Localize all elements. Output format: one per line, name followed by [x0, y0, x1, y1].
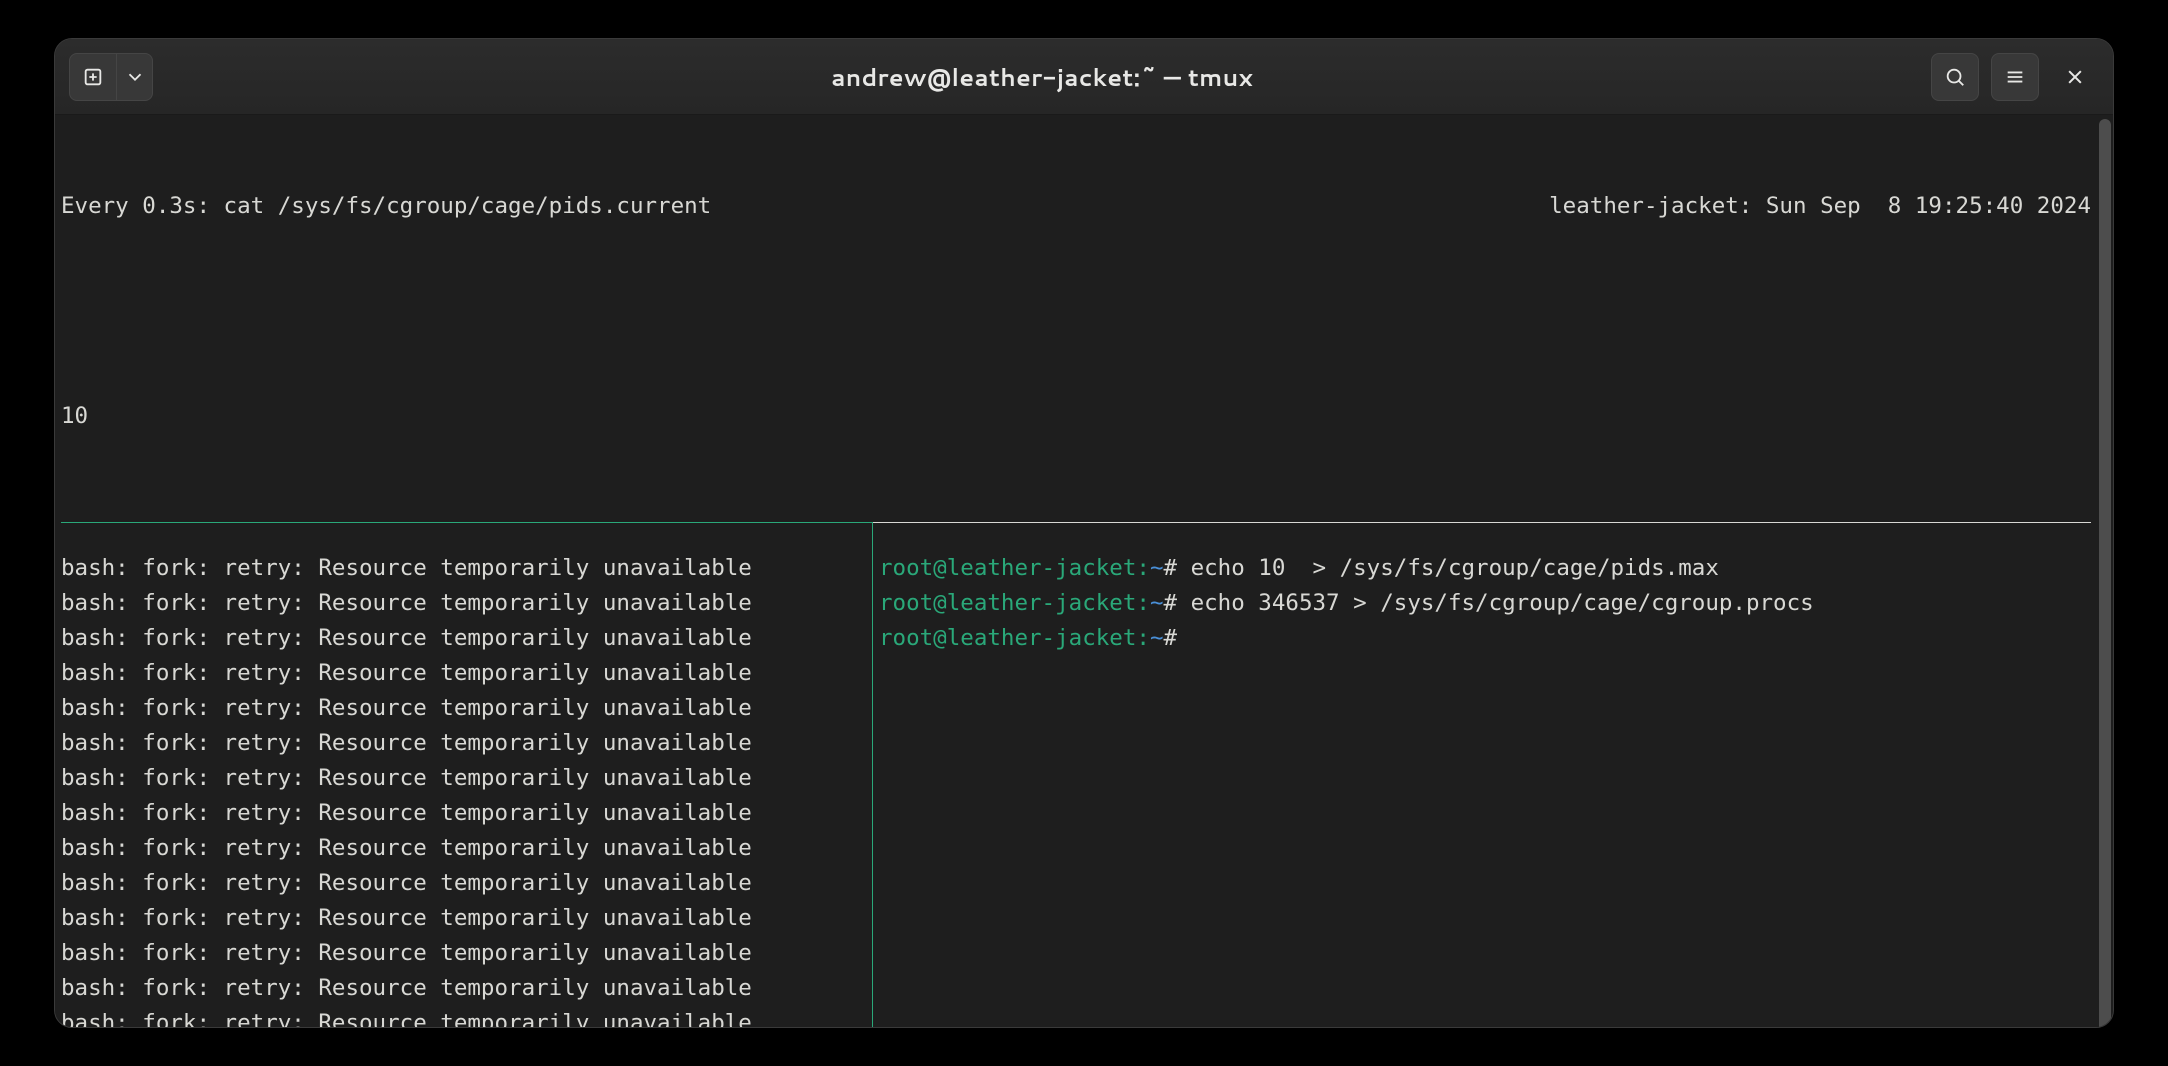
error-line: bash: fork: retry: Resource temporarily … [61, 551, 872, 586]
hamburger-menu-button[interactable] [1991, 53, 2039, 101]
error-line: bash: fork: retry: Resource temporarily … [61, 831, 872, 866]
prompt-symbol: # [1163, 555, 1190, 581]
plus-box-icon [82, 66, 104, 88]
scrollbar-thumb[interactable] [2099, 119, 2111, 1028]
shell-line: root@leather-jacket:~# echo 346537 > /sy… [879, 586, 2091, 621]
error-line: bash: fork: retry: Resource temporarily … [61, 936, 872, 971]
error-line: bash: fork: retry: Resource temporarily … [61, 656, 872, 691]
search-icon [1944, 66, 1966, 88]
shell-line: root@leather-jacket:~# echo 10 > /sys/fs… [879, 551, 2091, 586]
titlebar-right [1931, 53, 2099, 101]
shell-line: root@leather-jacket:~# [879, 621, 2091, 656]
watch-output: 10 [61, 399, 2091, 434]
new-tab-split [69, 53, 153, 101]
watch-host-time: leather-jacket: Sun Sep 8 19:25:40 2024 [1549, 189, 2091, 224]
prompt-user-host: root@leather-jacket [879, 625, 1136, 651]
prompt-symbol: # [1163, 625, 1190, 651]
error-line: bash: fork: retry: Resource temporarily … [61, 586, 872, 621]
prompt-path: ~ [1150, 555, 1164, 581]
chevron-down-icon [124, 66, 146, 88]
hamburger-icon [2004, 66, 2026, 88]
error-line: bash: fork: retry: Resource temporarily … [61, 796, 872, 831]
titlebar: andrew@leather-jacket:~ — tmux [55, 39, 2113, 115]
error-line: bash: fork: retry: Resource temporarily … [61, 761, 872, 796]
tmux-panes: bash: fork: retry: Resource temporarily … [55, 523, 2097, 1028]
watch-command: Every 0.3s: cat /sys/fs/cgroup/cage/pids… [61, 189, 711, 224]
error-line: bash: fork: retry: Resource temporarily … [61, 621, 872, 656]
error-line: bash: fork: retry: Resource temporarily … [61, 866, 872, 901]
error-line: bash: fork: retry: Resource temporarily … [61, 691, 872, 726]
prompt-user-host: root@leather-jacket [879, 590, 1136, 616]
prompt-path: ~ [1150, 625, 1164, 651]
close-icon [2065, 67, 2085, 87]
watch-header: Every 0.3s: cat /sys/fs/cgroup/cage/pids… [61, 189, 2091, 224]
prompt-user-host: root@leather-jacket [879, 555, 1136, 581]
close-window-button[interactable] [2051, 53, 2099, 101]
watch-pane: Every 0.3s: cat /sys/fs/cgroup/cage/pids… [55, 115, 2097, 504]
prompt-path: ~ [1150, 590, 1164, 616]
terminal-window: andrew@leather-jacket:~ — tmux [54, 38, 2114, 1028]
tmux-left-pane[interactable]: bash: fork: retry: Resource temporarily … [61, 523, 873, 1028]
tmux-horizontal-split [61, 522, 2091, 523]
new-tab-button[interactable] [69, 53, 117, 101]
terminal-scrollbar[interactable] [2097, 115, 2113, 1028]
new-tab-menu-button[interactable] [117, 53, 153, 101]
shell-command: echo 10 > /sys/fs/cgroup/cage/pids.max [1191, 555, 1719, 581]
error-line: bash: fork: retry: Resource temporarily … [61, 901, 872, 936]
window-title: andrew@leather-jacket:~ — tmux [163, 60, 1921, 94]
search-button[interactable] [1931, 53, 1979, 101]
error-line: bash: fork: retry: Resource temporarily … [61, 971, 872, 1006]
shell-command: echo 346537 > /sys/fs/cgroup/cage/cgroup… [1191, 590, 1814, 616]
terminal-body: Every 0.3s: cat /sys/fs/cgroup/cage/pids… [55, 115, 2113, 1028]
terminal-content[interactable]: Every 0.3s: cat /sys/fs/cgroup/cage/pids… [55, 115, 2097, 1028]
error-line: bash: fork: retry: Resource temporarily … [61, 1006, 872, 1028]
tmux-right-pane[interactable]: root@leather-jacket:~# echo 10 > /sys/fs… [873, 523, 2091, 1028]
error-line: bash: fork: retry: Resource temporarily … [61, 726, 872, 761]
prompt-symbol: # [1163, 590, 1190, 616]
